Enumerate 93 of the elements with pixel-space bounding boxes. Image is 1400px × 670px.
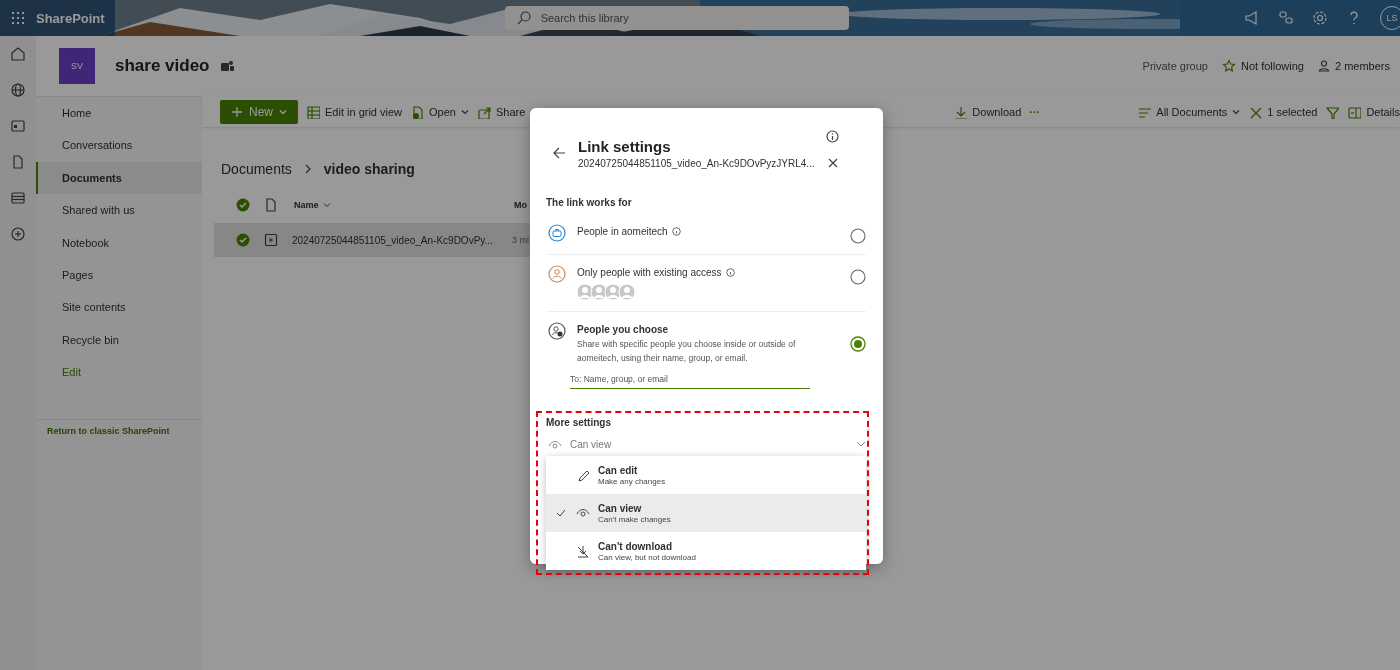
checkmark-icon [556,509,566,517]
command-button[interactable]: Open [410,104,469,119]
menu-item[interactable]: Can edit Make any changes [546,456,866,494]
group-privacy: Private group [1142,60,1208,72]
follow-button[interactable]: Not following [1222,59,1304,73]
column-header[interactable]: Name [294,200,500,210]
nav-link[interactable]: Home [36,97,202,130]
document-icon [410,104,425,119]
person-icon [548,265,566,283]
radio-button[interactable] [850,228,866,244]
star-icon [1222,59,1236,73]
menu-item[interactable]: Can't download Can view, but not download [546,532,866,570]
info-icon [671,227,681,236]
globe-icon[interactable] [10,82,26,98]
close-icon[interactable] [826,157,839,169]
section-label: The link works for [546,197,633,208]
command-button[interactable]: 1 selected [1248,104,1318,119]
command-button[interactable]: Edit in grid view [306,104,403,119]
nav-link[interactable]: Notebook [36,226,202,259]
settings-icon[interactable] [1312,10,1328,26]
new-button[interactable]: New [220,99,298,124]
document-icon[interactable] [10,154,26,170]
more-button[interactable]: ··· [1029,105,1041,118]
caret-icon [461,107,469,116]
option-label[interactable]: People you choose [577,324,669,335]
option-label[interactable]: Only people with existing access [577,267,722,278]
back-arrow-icon[interactable] [552,146,566,160]
file-name: 20240725044851105_video_An-Kc9DOvPyzJYRL4... [578,158,814,169]
radio-button[interactable] [850,269,866,285]
option-description: Share with specific people you choose inside or outside of aomeitech, using their name, group, or email. [577,338,797,365]
menu-item[interactable]: Can view Can't make changes [546,494,866,532]
column-header[interactable]: Mo [514,200,527,210]
command-button[interactable]: All Documents [1137,104,1241,119]
megaphone-icon[interactable] [1244,10,1260,26]
nav-link[interactable]: Documents [36,161,202,195]
plus-icon [231,105,243,118]
file-name[interactable]: 20240725044851105_video_An-Kc9DOvPy... [292,234,498,246]
nav-link[interactable]: Recycle bin [36,323,202,357]
caret-icon [1232,107,1241,116]
site-title: share video [115,56,210,76]
eye-icon [548,438,562,450]
search-field[interactable]: Search this library [504,6,849,30]
option-label[interactable]: People in aomeitech [577,226,668,237]
row-checkbox[interactable] [236,233,250,247]
info-icon[interactable] [826,130,839,143]
site-logo: SV [59,48,95,84]
people-icon [548,322,566,340]
news-icon[interactable] [10,118,26,134]
command-button[interactable]: Download [953,104,1022,119]
members-button[interactable]: 2 members [1317,60,1390,72]
command-button[interactable]: Share [477,104,526,119]
radio-button[interactable] [850,336,866,352]
filter-icon [1325,104,1340,119]
filter-button[interactable] [1325,104,1340,119]
permission-dropdown[interactable]: Can view [546,434,866,454]
download-icon [953,104,968,119]
nav-link[interactable]: Site contents [36,291,202,324]
panel-icon [1347,104,1362,119]
grid-icon [306,104,320,119]
share-icon [477,104,491,119]
breadcrumb-item: video sharing [323,161,415,177]
caret-icon [322,201,331,209]
select-all-checkbox[interactable] [236,198,250,212]
blocked-download-icon [576,544,590,558]
add-icon[interactable] [10,226,26,242]
teams-icon [219,59,234,73]
nav-link[interactable]: Shared with us [36,194,202,227]
classic-link[interactable]: Return to classic SharePoint [36,419,202,436]
list-icon[interactable] [10,190,26,206]
breadcrumb-item[interactable]: Documents [221,161,292,177]
modified-date: 3 mi [512,235,529,245]
person-icon [1317,60,1330,72]
nav-link[interactable]: Edit [36,356,202,389]
avatars-drawing [577,283,635,301]
briefcase-icon [548,224,566,242]
nav-link[interactable]: Pages [36,258,202,292]
video-file-icon [264,233,278,247]
nav-link[interactable]: Conversations [36,129,202,162]
waffle-icon [12,12,24,24]
eye-icon [576,506,590,520]
command-button[interactable]: Details [1347,104,1400,119]
section-label: More settings [546,417,612,428]
home-icon[interactable] [10,46,26,62]
chevron-icon [856,440,866,448]
info-icon [725,268,735,277]
apps-icon[interactable] [1278,10,1294,26]
pencil-icon [576,468,590,482]
document-icon [264,198,278,212]
chevron-icon [303,164,312,174]
search-icon [516,11,531,25]
caret-icon [279,107,287,116]
recipient-field[interactable]: To: Name, group, or email [570,372,810,389]
dialog-title: Link settings [578,138,672,155]
